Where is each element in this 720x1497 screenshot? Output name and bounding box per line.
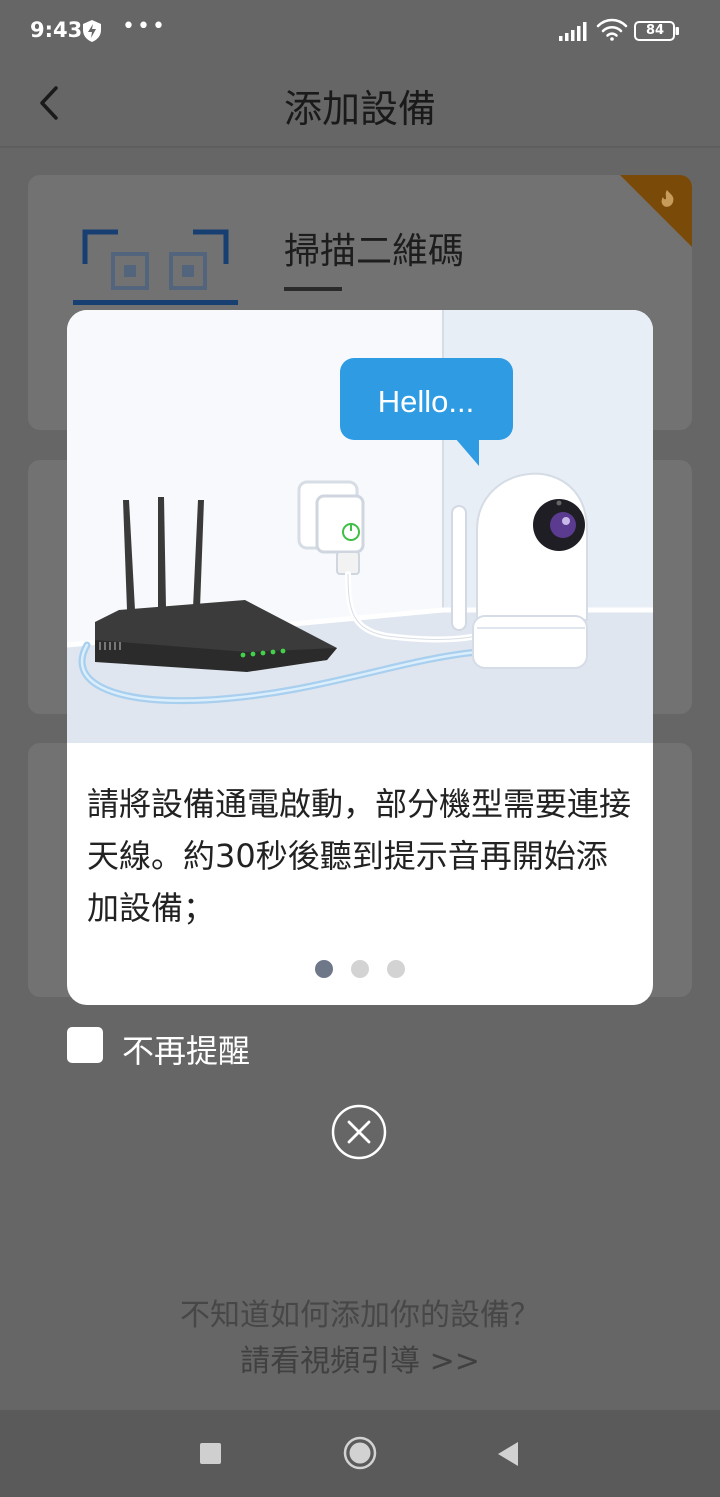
setup-illustration: Hello...: [67, 310, 653, 743]
qr-scan-icon: [73, 228, 238, 302]
tip-modal: Hello... 請將設備通電啟動，部分機型需要連接天線。約30秒後聽到提示音再…: [67, 310, 653, 1005]
back-triangle-icon[interactable]: [496, 1440, 520, 1472]
scan-qr-label-underline: [284, 287, 342, 291]
signal-icon: [558, 20, 588, 46]
qr-icon-underline: [73, 300, 238, 305]
page-indicator: [67, 960, 653, 982]
status-time: 9:43: [30, 18, 83, 42]
no-remind-checkbox[interactable]: [67, 1027, 103, 1063]
hot-ribbon: [620, 175, 692, 251]
video-guide-link[interactable]: 請看視頻引導 >>: [0, 1336, 720, 1380]
tip-text: 請將設備通電啟動，部分機型需要連接天線。約30秒後聽到提示音再開始添加設備；: [87, 785, 632, 927]
no-remind-label[interactable]: 不再提醒: [122, 1026, 250, 1072]
speech-bubble-text: Hello...: [378, 384, 474, 419]
close-circle-icon: [331, 1104, 387, 1160]
chevron-left-icon: [40, 86, 58, 120]
page-dot-2[interactable]: [351, 960, 369, 978]
close-button[interactable]: [331, 1104, 387, 1160]
header-divider: [0, 146, 720, 148]
back-button[interactable]: [28, 80, 72, 126]
scan-qr-label: 掃描二維碼: [284, 231, 465, 272]
wifi-icon: [596, 18, 628, 46]
page-dot-3[interactable]: [387, 960, 405, 978]
battery-icon: 84: [634, 21, 679, 41]
more-status-indicator: •••: [122, 14, 167, 39]
shield-bolt-icon: [82, 19, 102, 47]
page-dot-1[interactable]: [315, 960, 333, 978]
battery-level: 84: [645, 23, 665, 38]
page-title: 添加設備: [283, 87, 436, 131]
home-circle-icon[interactable]: [343, 1436, 377, 1474]
recents-square-icon[interactable]: [200, 1443, 221, 1464]
help-question: 不知道如何添加你的設備？: [180, 1298, 540, 1333]
